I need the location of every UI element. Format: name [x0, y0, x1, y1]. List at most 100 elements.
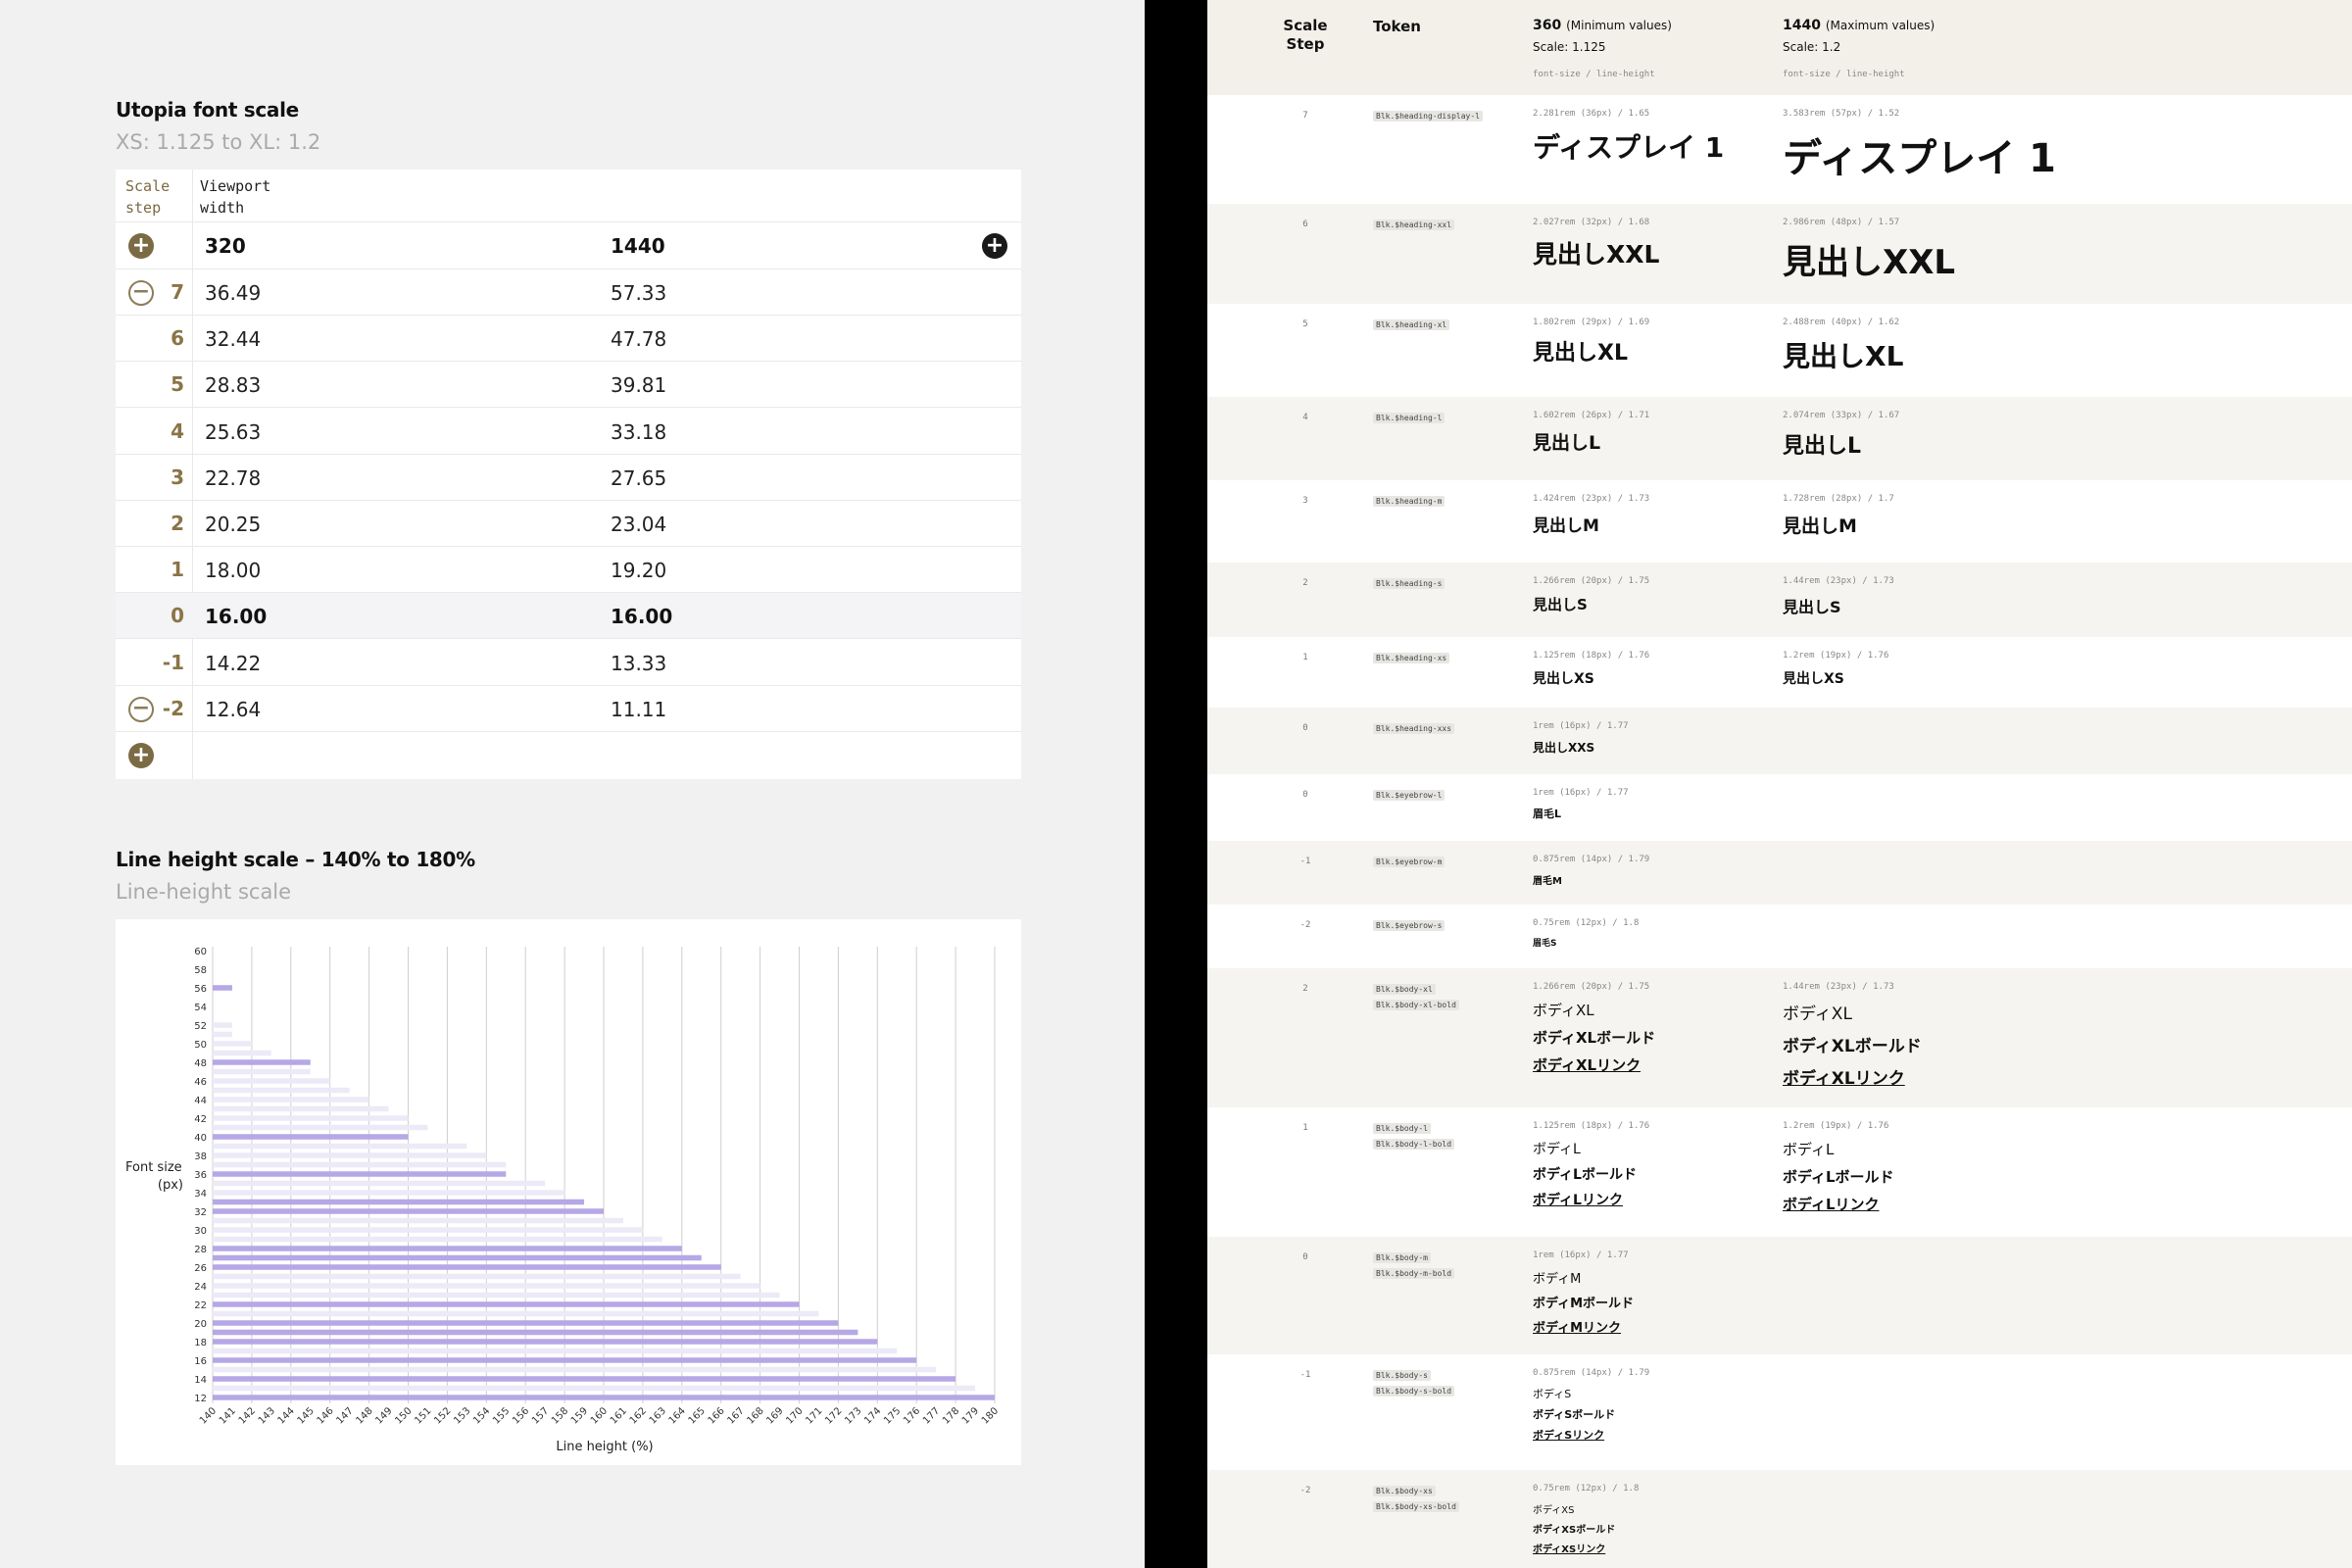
- min-size-meta: 1rem (16px) / 1.77: [1533, 788, 1629, 798]
- token-name: Blk.$heading-xxl: [1373, 220, 1455, 230]
- y-tick-label: 50: [194, 1040, 207, 1051]
- bar: [213, 1124, 428, 1131]
- y-tick-label: 56: [194, 984, 207, 995]
- size-at-max-viewport: 13.33: [611, 651, 667, 675]
- min-sample-link[interactable]: ボディSリンク: [1533, 1427, 1649, 1443]
- token-names: Blk.$body-l Blk.$body-l-bold: [1373, 1123, 1455, 1154]
- bar: [213, 1283, 760, 1289]
- x-tick-label: 159: [569, 1405, 590, 1426]
- size-at-min-viewport: 16.00: [205, 605, 268, 629]
- min-sample-link[interactable]: ボディXLリンク: [1533, 1054, 1655, 1075]
- min-values-cell: 1rem (16px) / 1.77 見出しXXS: [1533, 721, 1629, 756]
- max-title: 1440: [1783, 18, 1821, 33]
- x-tick-label: 149: [373, 1405, 394, 1426]
- scale-row: -1 14.22 13.33: [116, 640, 1021, 686]
- min-sample-text: 見出しM: [1533, 516, 1599, 536]
- highlighted-bar: [213, 985, 232, 991]
- bar: [213, 1161, 507, 1168]
- token-scale-step: 0: [1302, 723, 1308, 733]
- remove-step-button[interactable]: −: [128, 696, 154, 722]
- x-tick-label: 167: [725, 1405, 746, 1426]
- bar: [213, 1273, 741, 1280]
- min-size-meta: 1.424rem (23px) / 1.73: [1533, 494, 1650, 504]
- min-col-header: 360 (Minimum values) Scale: 1.125 font-s…: [1533, 18, 1672, 79]
- y-tick-label: 20: [194, 1319, 207, 1330]
- y-tick-label: 46: [194, 1077, 207, 1088]
- max-sample-text: 見出しXS: [1783, 671, 1844, 687]
- min-sample-text: 眉毛L: [1533, 808, 1562, 820]
- token-scale-step: 6: [1302, 220, 1308, 229]
- token-scale-step: 4: [1302, 413, 1308, 422]
- min-sample-link[interactable]: ボディXSリンク: [1533, 1541, 1639, 1555]
- remove-step-button[interactable]: −: [128, 280, 154, 306]
- min-size-meta: 0.875rem (14px) / 1.79: [1533, 855, 1650, 864]
- highlighted-bar: [213, 1254, 702, 1261]
- token-name: Blk.$heading-xl: [1373, 319, 1450, 330]
- max-values-cell: 1.44rem (23px) / 1.73 見出しS: [1783, 576, 1894, 617]
- highlighted-bar: [213, 1171, 507, 1177]
- y-tick-label: 30: [194, 1226, 207, 1237]
- token-scale-step: -2: [1299, 920, 1311, 930]
- add-step-top-button[interactable]: +: [128, 233, 154, 259]
- x-tick-label: 178: [941, 1405, 961, 1426]
- y-tick-label: 32: [194, 1207, 207, 1218]
- add-viewport-button[interactable]: +: [982, 233, 1007, 259]
- min-sample-link[interactable]: ボディMリンク: [1533, 1317, 1634, 1336]
- lineheight-chart: 12 14 16 18 20 22 24 26 28 30 32 34 36 38 40 42 44 46 48 50…: [116, 919, 1021, 1465]
- x-tick-label: 147: [334, 1405, 355, 1426]
- y-tick-label: 18: [194, 1338, 207, 1348]
- size-at-max-viewport: 47.78: [611, 327, 667, 352]
- max-sample-text: ボディXLボールド: [1783, 1037, 1922, 1056]
- token-row: -1 Blk.$eyebrow-m 0.875rem (14px) / 1.79 眉毛…: [1207, 841, 2352, 905]
- min-size-meta: 1.266rem (20px) / 1.75: [1533, 982, 1650, 992]
- x-tick-label: 162: [628, 1405, 649, 1426]
- token-name: Blk.$heading-display-l: [1373, 111, 1483, 122]
- highlighted-bar: [213, 1339, 878, 1345]
- scale-row: 0 16.00 16.00: [116, 593, 1021, 640]
- min-sample-link[interactable]: ボディLリンク: [1533, 1190, 1649, 1209]
- max-sample-link[interactable]: ボディXLリンク: [1783, 1064, 1922, 1089]
- highlighted-bar: [213, 1395, 995, 1400]
- token-names: Blk.$eyebrow-m: [1373, 857, 1446, 872]
- x-tick-label: 165: [687, 1405, 708, 1426]
- token-names: Blk.$heading-s: [1373, 578, 1446, 594]
- x-tick-label: 174: [862, 1405, 883, 1426]
- token-row: 1 Blk.$body-l Blk.$body-l-bold 1.125rem (18…: [1207, 1107, 2352, 1237]
- token-name: Blk.$body-xs: [1373, 1486, 1436, 1496]
- max-sample-text: 見出しM: [1783, 515, 1857, 537]
- min-size-meta: 2.027rem (32px) / 1.68: [1533, 218, 1650, 227]
- token-name: Blk.$body-m: [1373, 1252, 1431, 1263]
- token-names: Blk.$heading-l: [1373, 413, 1446, 428]
- token-col-header: Token: [1373, 18, 1421, 35]
- bar: [213, 1097, 369, 1102]
- min-values-cell: 0.75rem (12px) / 1.8 眉毛S: [1533, 918, 1639, 949]
- token-name: Blk.$eyebrow-l: [1373, 790, 1446, 801]
- token-names: Blk.$heading-m: [1373, 496, 1446, 512]
- min-meta-label: font-size / line-height: [1533, 70, 1655, 79]
- token-name: Blk.$heading-xxs: [1373, 723, 1455, 734]
- bar: [213, 1190, 565, 1196]
- token-name: Blk.$body-xl-bold: [1373, 1000, 1459, 1010]
- min-sample-text: ボディXS: [1533, 1505, 1575, 1516]
- add-step-bottom-button[interactable]: +: [128, 743, 154, 768]
- x-tick-label: 177: [921, 1405, 942, 1426]
- x-tick-label: 154: [471, 1405, 492, 1426]
- x-tick-label: 169: [764, 1405, 785, 1426]
- token-name: Blk.$body-l-bold: [1373, 1139, 1455, 1150]
- bar: [213, 1087, 350, 1094]
- max-sample-link[interactable]: ボディLリンク: [1783, 1194, 1894, 1214]
- lineheight-title: Line height scale – 140% to 180%: [116, 848, 475, 871]
- min-note: (Minimum values): [1566, 19, 1672, 32]
- min-sample-text: ボディXLボールド: [1533, 1029, 1656, 1047]
- min-sample-text: ディスプレイ 1: [1533, 131, 1725, 164]
- token-row: -2 Blk.$body-xs Blk.$body-xs-bold 0.75rem (…: [1207, 1470, 2352, 1568]
- y-tick-label: 44: [194, 1096, 207, 1106]
- min-sample-text: 眉毛M: [1533, 876, 1562, 887]
- size-at-min-viewport: 25.63: [205, 419, 262, 444]
- bar: [213, 1227, 643, 1233]
- x-tick-label: 156: [511, 1405, 531, 1426]
- max-size-meta: 1.44rem (23px) / 1.73: [1783, 982, 1894, 992]
- token-scale-step: 1: [1302, 653, 1308, 662]
- highlighted-bar: [213, 1320, 839, 1326]
- highlighted-bar: [213, 1208, 604, 1214]
